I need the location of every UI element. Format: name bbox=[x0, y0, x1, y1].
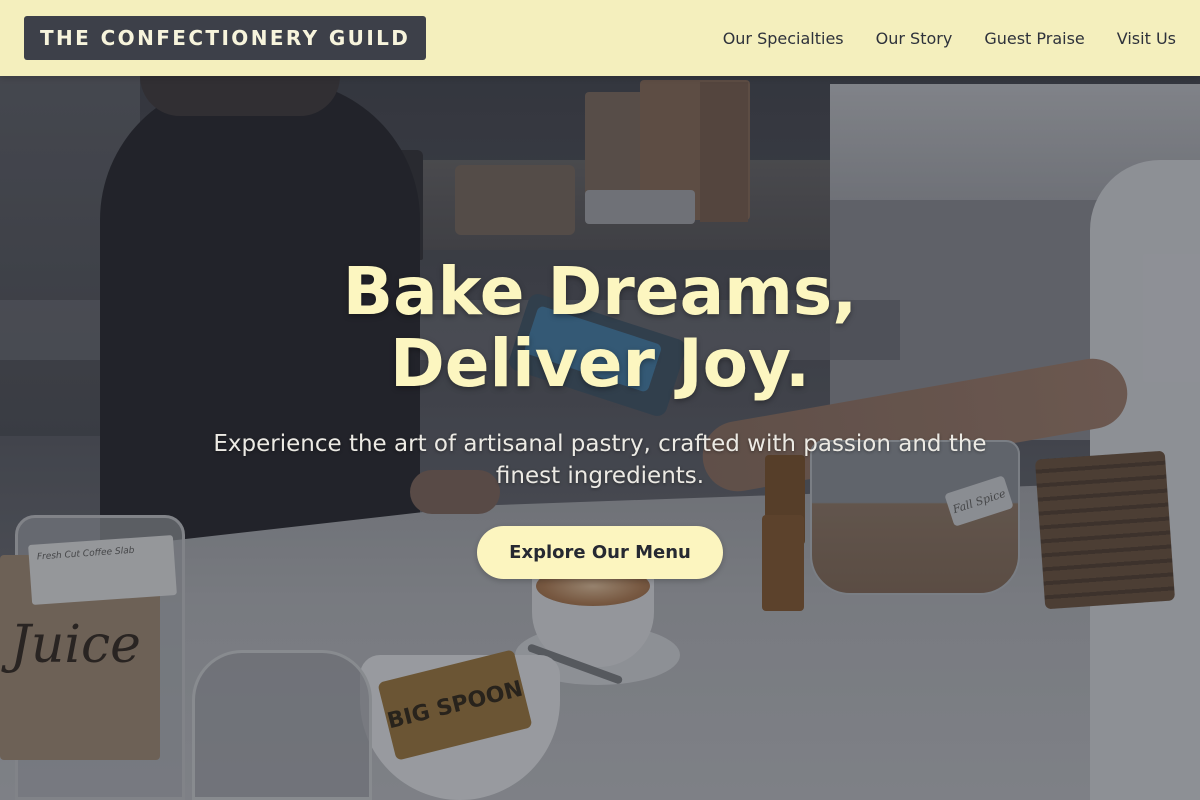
brand-logo[interactable]: THE CONFECTIONERY GUILD bbox=[24, 16, 427, 60]
main-nav: Our Specialties Our Story Guest Praise V… bbox=[723, 29, 1176, 48]
nav-link-our-story[interactable]: Our Story bbox=[876, 29, 953, 48]
hero-section: Bake Dreams, Deliver Joy. Experience the… bbox=[0, 256, 1200, 579]
hero-title-line-1: Bake Dreams, bbox=[342, 253, 858, 330]
hero-subtitle: Experience the art of artisanal pastry, … bbox=[213, 431, 987, 489]
nav-link-guest-praise[interactable]: Guest Praise bbox=[984, 29, 1084, 48]
hero-title-line-2: Deliver Joy. bbox=[389, 325, 811, 402]
hero-title: Bake Dreams, Deliver Joy. bbox=[0, 256, 1200, 400]
explore-menu-button[interactable]: Explore Our Menu bbox=[477, 526, 723, 579]
nav-link-specialties[interactable]: Our Specialties bbox=[723, 29, 844, 48]
nav-link-visit-us[interactable]: Visit Us bbox=[1117, 29, 1176, 48]
top-navbar: THE CONFECTIONERY GUILD Our Specialties … bbox=[0, 0, 1200, 76]
